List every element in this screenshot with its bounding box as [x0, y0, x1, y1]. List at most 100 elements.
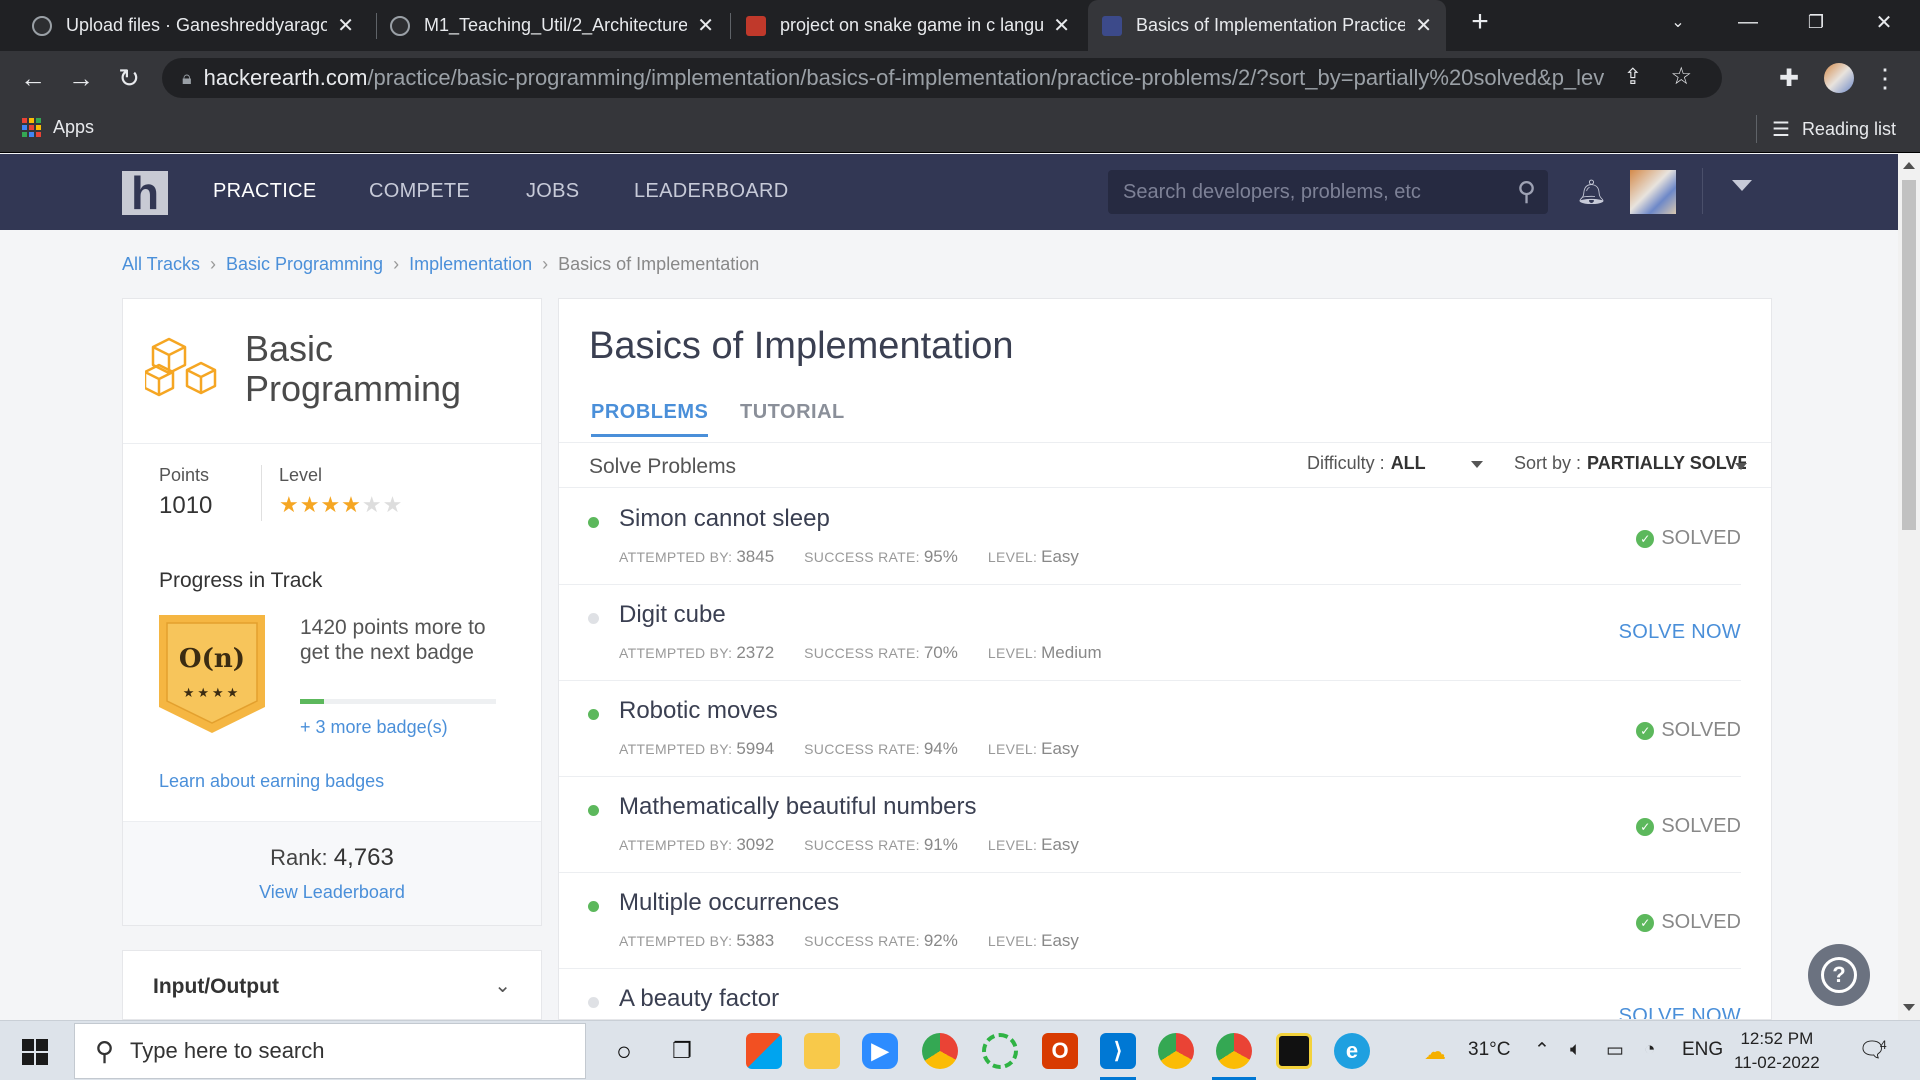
bookmark-star-icon[interactable]: ☆ — [1670, 62, 1692, 91]
sort-dropdown[interactable]: Sort by : PARTIALLY SOLVED — [1514, 453, 1746, 474]
url-text[interactable]: hackerearth.com/practice/basic-programmi… — [204, 65, 1604, 91]
hackerearth-favicon-icon — [1102, 15, 1122, 36]
share-icon[interactable]: ⇪ — [1624, 64, 1642, 90]
windows-taskbar: ⚲ Type here to search ○ ❐ ▶ O ⟩ e ☁ 31°C… — [0, 1020, 1920, 1080]
tray-chevron-icon[interactable]: ⌃ — [1534, 1039, 1550, 1062]
breadcrumb-all-tracks[interactable]: All Tracks — [122, 254, 200, 275]
restore-icon[interactable]: ❐ — [1788, 0, 1844, 44]
chrome-active-icon[interactable] — [1216, 1033, 1252, 1069]
solve-now-button[interactable]: SOLVE NOW — [1619, 621, 1741, 644]
language-indicator[interactable]: ENG — [1682, 1039, 1723, 1061]
user-avatar[interactable] — [1630, 170, 1676, 214]
nav-practice[interactable]: PRACTICE — [213, 180, 317, 203]
office-icon[interactable]: O — [1042, 1033, 1078, 1069]
volume-icon[interactable]: 🔈︎ — [1570, 1039, 1581, 1061]
apps-bookmark[interactable]: Apps — [22, 117, 94, 138]
close-tab-icon[interactable]: ✕ — [1415, 13, 1432, 38]
task-view-icon[interactable]: ❐ — [664, 1033, 700, 1069]
solve-now-button[interactable]: SOLVE NOW — [1619, 1005, 1741, 1019]
nav-jobs[interactable]: JOBS — [526, 180, 579, 203]
page-scrollbar[interactable] — [1898, 154, 1920, 1020]
difficulty-dropdown[interactable]: Difficulty : ALL — [1307, 453, 1483, 474]
file-explorer-icon[interactable] — [804, 1033, 840, 1069]
help-button[interactable]: ? — [1808, 944, 1870, 1006]
sync-app-icon[interactable] — [982, 1033, 1018, 1069]
clock-time: 12:52 PM — [1740, 1029, 1814, 1048]
topic-accordion[interactable]: Input/Output ⌄ — [122, 950, 542, 1020]
browser-tab[interactable]: M1_Teaching_Util/2_Architecture ✕ — [376, 0, 728, 51]
scroll-down-icon[interactable] — [1903, 1004, 1915, 1011]
browser-tab[interactable]: Upload files · Ganeshreddyaragonda ✕ — [18, 0, 368, 51]
edge-icon[interactable]: e — [1334, 1033, 1370, 1069]
problem-row[interactable]: A beauty factor SOLVE NOW — [559, 969, 1741, 1019]
cortana-icon[interactable]: ○ — [606, 1033, 642, 1069]
attempted-count: 5383 — [736, 931, 775, 950]
problem-row[interactable]: Robotic moves ATTEMPTED BY: 5994 SUCCESS RA… — [559, 681, 1741, 777]
wifi-icon[interactable]: ◔ — [1644, 1039, 1655, 1061]
chrome-icon[interactable] — [922, 1033, 958, 1069]
minimize-icon[interactable]: — — [1720, 0, 1776, 44]
weather-icon[interactable]: ☁ — [1424, 1039, 1446, 1065]
caret-down-icon[interactable] — [1735, 463, 1747, 470]
close-window-icon[interactable]: ✕ — [1856, 0, 1912, 44]
weather-temp[interactable]: 31°C — [1468, 1039, 1510, 1061]
problem-title[interactable]: Multiple occurrences — [619, 889, 839, 917]
forward-icon[interactable]: → — [64, 61, 98, 95]
problem-title[interactable]: A beauty factor — [619, 985, 779, 1013]
learn-badges-link[interactable]: Learn about earning badges — [159, 771, 384, 792]
problem-row[interactable]: Multiple occurrences ATTEMPTED BY: 5383 SUC… — [559, 873, 1741, 969]
nav-leaderboard[interactable]: LEADERBOARD — [634, 180, 788, 203]
browser-menu-icon[interactable]: ⋮ — [1868, 61, 1902, 95]
reading-list-button[interactable]: ☰ Reading list — [1772, 117, 1896, 142]
zoom-icon[interactable]: ▶ — [862, 1033, 898, 1069]
back-icon[interactable]: ← — [16, 61, 50, 95]
tab-tutorial[interactable]: TUTORIAL — [740, 401, 845, 424]
clock[interactable]: 12:52 PM 11-02-2022 — [1734, 1027, 1820, 1075]
nav-compete[interactable]: COMPETE — [369, 180, 470, 203]
vscode-icon[interactable]: ⟩ — [1100, 1033, 1136, 1069]
chrome-profile-icon[interactable] — [1158, 1033, 1194, 1069]
status-dot — [588, 805, 599, 816]
extensions-icon[interactable]: ✚ — [1772, 61, 1806, 95]
problem-title[interactable]: Digit cube — [619, 601, 726, 629]
battery-icon[interactable]: ▭ — [1606, 1039, 1624, 1062]
taskbar-search-input[interactable]: ⚲ Type here to search — [74, 1023, 586, 1079]
microsoft-store-icon[interactable] — [746, 1033, 782, 1069]
site-search-input[interactable]: Search developers, problems, etc ⚲ — [1108, 170, 1548, 214]
problem-row[interactable]: Simon cannot sleep ATTEMPTED BY: 3845 SUCCE… — [559, 489, 1741, 585]
reload-icon[interactable]: ↻ — [112, 61, 146, 95]
hackerearth-logo[interactable]: h — [122, 170, 168, 216]
scrollbar-thumb[interactable] — [1902, 180, 1916, 530]
problem-meta: ATTEMPTED BY: 5383 SUCCESS RATE: 92% LEVEL: E… — [619, 931, 1079, 950]
clock-date: 11-02-2022 — [1734, 1053, 1820, 1072]
notification-bell-icon[interactable]: 🔔︎ — [1576, 178, 1606, 207]
browser-tab-active[interactable]: Basics of Implementation Practice ✕ — [1088, 0, 1446, 51]
more-badges-link[interactable]: + 3 more badge(s) — [300, 717, 448, 738]
user-menu-caret-icon[interactable] — [1732, 180, 1752, 191]
close-tab-icon[interactable]: ✕ — [697, 13, 714, 38]
view-leaderboard-link[interactable]: View Leaderboard — [123, 882, 541, 903]
problem-row[interactable]: Mathematically beautiful numbers ATTEMPTE… — [559, 777, 1741, 873]
problem-title[interactable]: Robotic moves — [619, 697, 778, 725]
tab-problems[interactable]: PROBLEMS — [591, 401, 709, 437]
scroll-up-icon[interactable] — [1903, 162, 1915, 169]
sticky-notes-icon[interactable] — [1276, 1033, 1312, 1069]
profile-avatar[interactable] — [1822, 61, 1856, 95]
chevron-down-icon[interactable]: ⌄ — [494, 973, 511, 998]
problem-title[interactable]: Simon cannot sleep — [619, 505, 830, 533]
close-tab-icon[interactable]: ✕ — [1053, 13, 1070, 38]
browser-tab[interactable]: project on snake game in c language ✕ — [732, 0, 1084, 51]
address-bar[interactable]: 🔒︎ hackerearth.com/practice/basic-progra… — [162, 58, 1722, 98]
stat-divider — [261, 465, 262, 521]
problem-title[interactable]: Mathematically beautiful numbers — [619, 793, 977, 821]
close-tab-icon[interactable]: ✕ — [337, 13, 354, 38]
problem-row[interactable]: Digit cube ATTEMPTED BY: 2372 SUCCESS RATE:… — [559, 585, 1741, 681]
tab-search-chevron-icon[interactable]: ⌄ — [1650, 0, 1706, 44]
new-tab-icon[interactable]: + — [1452, 0, 1508, 44]
notification-center-icon[interactable]: 🗨︎4 — [1858, 1037, 1887, 1063]
windows-start-icon[interactable] — [22, 1039, 48, 1065]
search-icon[interactable]: ⚲ — [1517, 176, 1536, 207]
breadcrumb-basic-programming[interactable]: Basic Programming — [226, 254, 383, 275]
problem-meta: ATTEMPTED BY: 5994 SUCCESS RATE: 94% LEVEL: E… — [619, 739, 1079, 758]
breadcrumb-implementation[interactable]: Implementation — [409, 254, 532, 275]
